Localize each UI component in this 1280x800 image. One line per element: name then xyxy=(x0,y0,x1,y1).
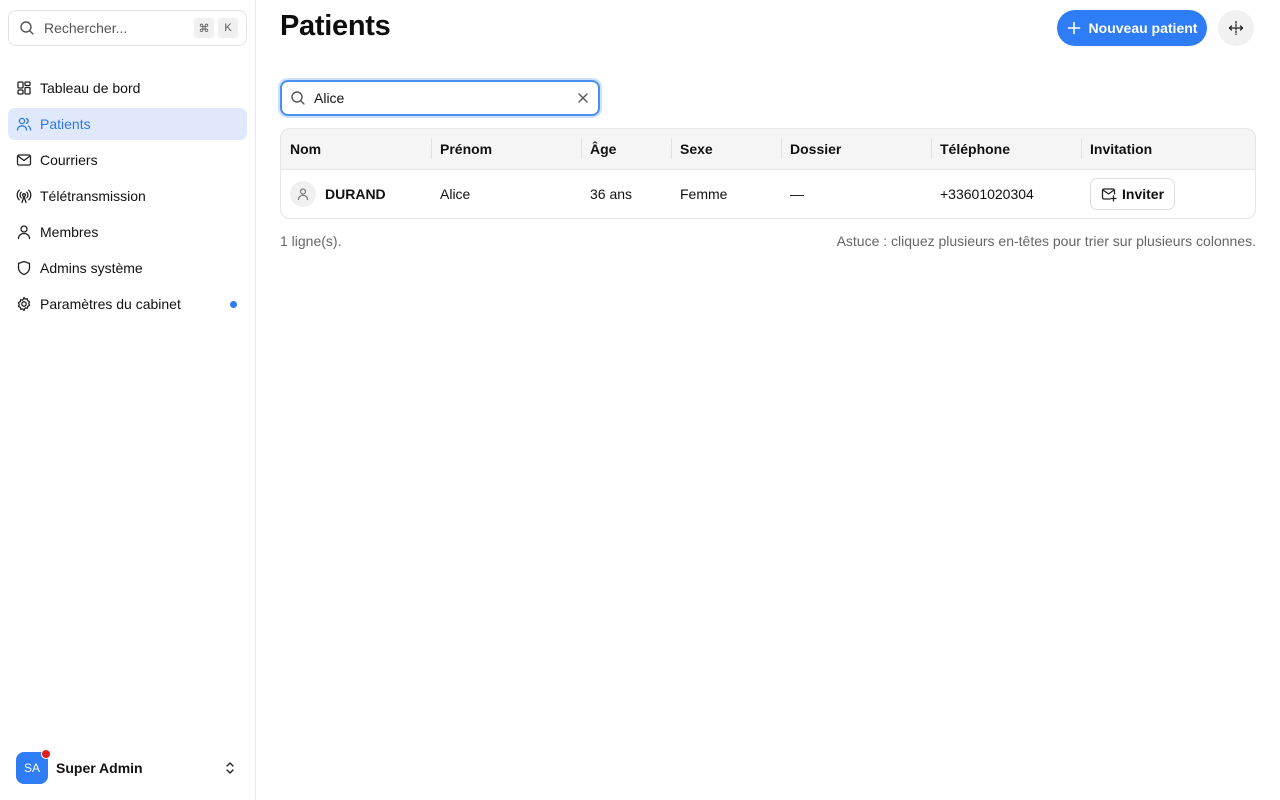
table-header: Nom Prénom Âge Sexe Dossier Téléphone In… xyxy=(281,129,1255,170)
sidebar-item-admins-systeme[interactable]: Admins système xyxy=(8,252,247,284)
filter-value: Alice xyxy=(314,90,345,106)
notification-badge xyxy=(41,749,51,759)
sidebar-nav: Tableau de bord Patients Courriers Télét… xyxy=(8,72,247,324)
column-header-telephone[interactable]: Téléphone xyxy=(931,129,1081,169)
cell-prenom: Alice xyxy=(440,186,471,202)
plus-icon xyxy=(1067,21,1081,35)
patient-filter-input[interactable]: Alice xyxy=(280,80,600,116)
cell-invitation: Inviter xyxy=(1081,170,1255,218)
sort-tip: Astuce : cliquez plusieurs en-têtes pour… xyxy=(836,233,1256,249)
avatar: SA xyxy=(16,749,51,784)
column-header-dossier[interactable]: Dossier xyxy=(781,129,931,169)
gear-icon xyxy=(16,296,32,312)
cell-nom: DURAND xyxy=(281,170,431,218)
sidebar-item-tableau-de-bord[interactable]: Tableau de bord xyxy=(8,72,247,104)
patient-last-name: DURAND xyxy=(325,186,386,202)
search-placeholder: Rechercher... xyxy=(44,20,128,36)
sidebar-item-label: Membres xyxy=(40,224,99,240)
shield-icon xyxy=(16,260,32,276)
column-header-sexe[interactable]: Sexe xyxy=(671,129,781,169)
sidebar-item-parametres-du-cabinet[interactable]: Paramètres du cabinet xyxy=(8,288,247,320)
row-count: 1 ligne(s). xyxy=(280,233,342,249)
cell-age: 36 ans xyxy=(590,186,633,202)
cell-sexe: Femme xyxy=(680,186,728,202)
users-icon xyxy=(16,116,32,132)
chevron-up-down-icon xyxy=(222,760,238,776)
column-header-prenom[interactable]: Prénom xyxy=(431,129,581,169)
sidebar: Rechercher... ⌘ K Tableau de bord Patien… xyxy=(0,0,256,800)
mail-icon xyxy=(16,152,32,168)
sidebar-item-label: Courriers xyxy=(40,152,98,168)
table-row[interactable]: DURAND Alice 36 ans Femme — +33601020304… xyxy=(281,170,1255,218)
user-name: Super Admin xyxy=(56,760,143,776)
new-patient-label: Nouveau patient xyxy=(1088,20,1198,36)
column-header-invitation[interactable]: Invitation xyxy=(1081,129,1255,169)
column-header-nom[interactable]: Nom xyxy=(281,129,431,169)
patient-avatar-icon xyxy=(290,181,316,207)
user-icon xyxy=(16,224,32,240)
sidebar-item-label: Télétransmission xyxy=(40,188,146,204)
move-button[interactable] xyxy=(1218,10,1254,46)
broadcast-icon xyxy=(16,188,32,204)
cell-telephone: +33601020304 xyxy=(940,186,1034,202)
clear-icon[interactable] xyxy=(576,91,590,105)
search-icon xyxy=(19,20,35,36)
sidebar-item-membres[interactable]: Membres xyxy=(8,216,247,248)
avatar-initials: SA xyxy=(23,761,40,775)
shortcut-cmd-key: ⌘ xyxy=(194,18,214,38)
user-menu[interactable]: SA Super Admin xyxy=(16,749,244,784)
sidebar-search[interactable]: Rechercher... ⌘ K xyxy=(8,10,247,46)
invite-button[interactable]: Inviter xyxy=(1090,178,1176,210)
shortcut-k-key: K xyxy=(218,18,238,38)
column-header-age[interactable]: Âge xyxy=(581,129,671,169)
search-icon xyxy=(290,90,306,106)
dashboard-icon xyxy=(16,80,32,96)
mail-plus-icon xyxy=(1101,186,1117,202)
sidebar-item-label: Paramètres du cabinet xyxy=(40,296,181,312)
notification-dot xyxy=(230,301,237,308)
patients-table: Nom Prénom Âge Sexe Dossier Téléphone In… xyxy=(280,128,1256,219)
sidebar-item-label: Patients xyxy=(40,116,91,132)
invite-label: Inviter xyxy=(1122,186,1165,202)
cell-dossier: — xyxy=(790,186,804,202)
sidebar-item-courriers[interactable]: Courriers xyxy=(8,144,247,176)
sidebar-item-teletransmission[interactable]: Télétransmission xyxy=(8,180,247,212)
move-icon xyxy=(1227,19,1245,37)
new-patient-button[interactable]: Nouveau patient xyxy=(1057,10,1207,46)
sidebar-item-label: Tableau de bord xyxy=(40,80,141,96)
page-title: Patients xyxy=(280,10,391,42)
sidebar-item-label: Admins système xyxy=(40,260,143,276)
sidebar-item-patients[interactable]: Patients xyxy=(8,108,247,140)
